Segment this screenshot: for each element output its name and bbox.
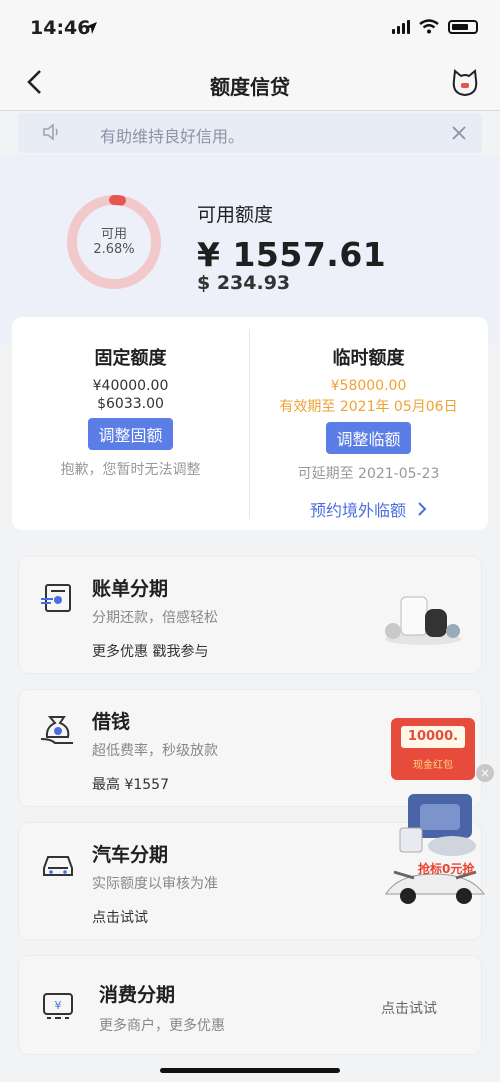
- wifi-icon: [419, 19, 439, 34]
- consumer-icon: ¥: [43, 993, 73, 1019]
- service-extra: 最高 ¥1557: [92, 777, 169, 793]
- close-icon: [452, 126, 466, 140]
- service-card-consumer-installment[interactable]: ¥ 消费分期 更多商户，更多优惠 点击试试: [18, 955, 482, 1055]
- battery-icon: [448, 19, 478, 34]
- red-envelope-image: 10000. 现金红包: [391, 718, 475, 780]
- location-arrow-icon: [85, 22, 97, 34]
- floating-promo-banner[interactable]: [380, 790, 500, 912]
- promo-close-button[interactable]: ×: [476, 764, 494, 782]
- service-subtitle: 分期还款，倍感轻松: [92, 610, 218, 626]
- limits-card: 固定额度 ¥40000.00 $6033.00 调整固额 抱歉，您暂时无法调整 …: [12, 317, 488, 530]
- service-subtitle: 更多商户，更多优惠: [99, 1018, 225, 1034]
- temporary-limit-note: 可延期至 2021-05-23: [297, 466, 440, 482]
- fixed-limit-cny: ¥40000.00: [92, 378, 169, 394]
- money-bag-icon: [40, 716, 73, 744]
- bill-installment-icon: [41, 584, 71, 612]
- ring-percent: 2.68%: [93, 242, 135, 257]
- overseas-limit-link[interactable]: 预约境外临额: [250, 497, 487, 521]
- service-title: 汽车分期: [92, 844, 169, 866]
- status-icons: [392, 19, 478, 34]
- service-subtitle: 超低费率，秒级放款: [92, 743, 218, 759]
- adjust-temporary-button[interactable]: 调整临额: [326, 422, 411, 454]
- signal-icon: [392, 19, 410, 34]
- available-usd: $ 234.93: [197, 272, 291, 294]
- service-title: 借钱: [92, 711, 131, 733]
- red-envelope-label: 现金红包: [413, 760, 453, 771]
- chevron-right-icon: [418, 502, 427, 516]
- available-label: 可用额度: [197, 204, 274, 226]
- promo-banner-text: 抢标0元抢: [418, 862, 475, 876]
- svg-text:¥: ¥: [55, 999, 62, 1012]
- notice-text: 有助维持良好信用。: [100, 127, 245, 146]
- service-title: 消费分期: [99, 984, 176, 1006]
- appliances-image: [385, 596, 461, 645]
- service-card-bill-installment[interactable]: 账单分期 分期还款，倍感轻松 更多优惠 戳我参与: [18, 556, 482, 674]
- temporary-limit-cny: ¥58000.00: [330, 378, 407, 394]
- notice-close-button[interactable]: [452, 120, 466, 145]
- service-extra: 更多优惠 戳我参与: [92, 644, 209, 660]
- fixed-limit-section: 固定额度 ¥40000.00 $6033.00 调整固额 抱歉，您暂时无法调整: [12, 317, 249, 479]
- home-indicator: [160, 1068, 340, 1073]
- service-subtitle: 实际额度以审核为准: [92, 876, 218, 892]
- cat-mascot-icon[interactable]: [450, 68, 480, 98]
- notice-bar: 有助维持良好信用。: [18, 113, 482, 153]
- try-it-link[interactable]: 点击试试: [381, 998, 437, 1018]
- status-time: 14:46: [30, 17, 91, 39]
- temporary-limit-section: 临时额度 ¥58000.00 有效期至 2021年 05月06日 调整临额 可延…: [250, 317, 487, 521]
- car-icon: [43, 856, 73, 876]
- temporary-limit-validity: 有效期至 2021年 05月06日: [279, 399, 458, 415]
- status-bar: 14:46: [0, 0, 500, 58]
- fixed-limit-note: 抱歉，您暂时无法调整: [60, 462, 201, 478]
- fixed-limit-usd: $6033.00: [97, 396, 164, 412]
- page-title: 额度信贷: [210, 75, 290, 99]
- available-ratio-ring: 可用 2.68%: [64, 192, 164, 292]
- red-envelope-amount: 10000.: [401, 726, 465, 748]
- available-cny: ¥ 1557.61: [197, 235, 387, 274]
- speaker-icon: [43, 123, 58, 141]
- temporary-limit-title: 临时额度: [332, 348, 405, 369]
- nav-bar: 额度信贷: [0, 58, 500, 111]
- ring-label: 可用: [100, 227, 127, 242]
- fixed-limit-title: 固定额度: [94, 348, 167, 369]
- overseas-limit-label: 预约境外临额: [309, 501, 406, 520]
- service-title: 账单分期: [92, 578, 169, 600]
- adjust-fixed-button[interactable]: 调整固额: [88, 418, 173, 450]
- service-extra: 点击试试: [92, 910, 148, 926]
